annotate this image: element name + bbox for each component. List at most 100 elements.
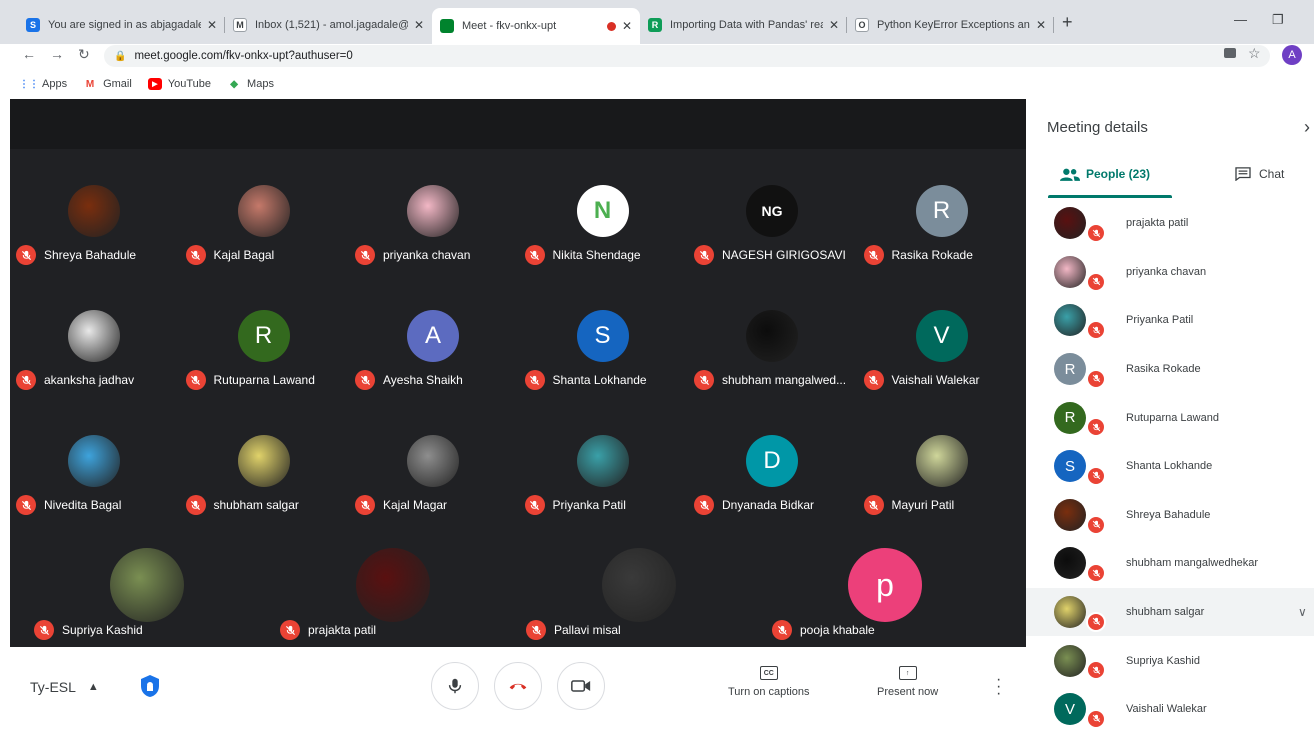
participant-name: NAGESH GIRIGOSAVI (722, 248, 846, 262)
participant-tile[interactable]: Priyanka Patil (519, 429, 689, 549)
microphone-button[interactable] (431, 662, 479, 710)
participant-list-item[interactable]: Priyanka Patil (1026, 296, 1314, 345)
camera-button[interactable] (557, 662, 605, 710)
participant-name: pooja khabale (800, 623, 875, 637)
browser-tab[interactable]: M Inbox (1,521) - amol.jagadale@sl ✕ (225, 10, 432, 40)
bookmark-maps[interactable]: ◆ Maps (227, 78, 274, 90)
present-now-button[interactable]: ↑ Present now (877, 666, 938, 698)
participant-list-item[interactable]: priyanka chavan (1026, 248, 1314, 297)
participant-tile[interactable]: D Dnyanada Bidkar (688, 429, 858, 549)
chat-icon (1235, 167, 1251, 181)
avatar (407, 435, 459, 487)
browser-tab[interactable]: Meet - fkv-onkx-upt ✕ (432, 8, 640, 44)
participant-list-item[interactable]: Shreya Bahadule (1026, 491, 1314, 540)
participant-list-item[interactable]: shubham salgar ∨ (1026, 587, 1314, 637)
participant-tile[interactable]: Kajal Bagal (180, 179, 350, 299)
participant-name-row: Shreya Bahadule (16, 245, 136, 265)
bookmark-gmail[interactable]: M Gmail (83, 78, 132, 90)
close-tab-icon[interactable]: ✕ (829, 18, 839, 32)
avatar: p (848, 548, 922, 622)
participant-name: shubham salgar (213, 498, 299, 512)
lock-icon: 🔒 (114, 50, 127, 62)
bookmark-star-icon[interactable]: ☆ (1248, 45, 1261, 62)
participant-tile[interactable]: p pooja khabale (762, 541, 1002, 661)
profile-avatar[interactable]: A (1282, 45, 1302, 65)
mic-muted-icon (772, 620, 792, 640)
participant-list-item[interactable]: R Rasika Rokade (1026, 345, 1314, 394)
close-tab-icon[interactable]: ✕ (414, 18, 424, 32)
tab-title: Inbox (1,521) - amol.jagadale@sl (255, 19, 408, 31)
mic-muted-icon (694, 245, 714, 265)
leave-call-button[interactable] (494, 662, 542, 710)
browser-tab[interactable]: R Importing Data with Pandas' read ✕ (640, 10, 847, 40)
browser-tab[interactable]: O Python KeyError Exceptions and H ✕ (847, 10, 1054, 40)
close-icon[interactable]: › (1304, 117, 1310, 138)
participant-name-row: Ayesha Shaikh (355, 370, 463, 390)
participant-tile[interactable]: R Rasika Rokade (858, 179, 1028, 299)
minimize-icon[interactable]: — (1234, 12, 1247, 27)
participant-name-row: Rutuparna Lawand (185, 370, 315, 390)
camera-indicator-icon[interactable] (1224, 48, 1236, 58)
mic-muted-icon (355, 245, 375, 265)
participant-tile[interactable]: shubham mangalwed... (688, 304, 858, 424)
mic-muted-icon (1086, 271, 1106, 292)
participant-list: prajakta patil priyanka chavan Priyanka Pa… (1026, 199, 1314, 734)
participant-tile[interactable]: prajakta patil (270, 541, 510, 661)
youtube-icon: ▶ (147, 78, 162, 90)
participant-list-item[interactable]: V Vaishali Walekar (1026, 685, 1314, 734)
participant-tile[interactable]: Kajal Magar (349, 429, 519, 549)
participant-tile[interactable]: NG NAGESH GIRIGOSAVI (688, 179, 858, 299)
participant-tile[interactable]: S Shanta Lokhande (519, 304, 689, 424)
close-tab-icon[interactable]: ✕ (207, 18, 217, 32)
avatar: A (407, 310, 459, 362)
participant-tile[interactable]: A Ayesha Shaikh (349, 304, 519, 424)
shield-icon[interactable] (139, 674, 161, 698)
participant-list-item[interactable]: R Rutuparna Lawand (1026, 393, 1314, 442)
participant-list-name: Rasika Rokade (1126, 363, 1201, 376)
participant-tile[interactable]: shubham salgar (180, 429, 350, 549)
participant-list-item[interactable]: S Shanta Lokhande (1026, 442, 1314, 491)
participant-tile[interactable]: Nivedita Bagal (10, 429, 180, 549)
bookmark-youtube[interactable]: ▶ YouTube (147, 78, 211, 90)
captions-button[interactable]: CC Turn on captions (728, 666, 810, 698)
participant-tile[interactable]: akanksha jadhav (10, 304, 180, 424)
participant-tile[interactable]: Shreya Bahadule (10, 179, 180, 299)
participant-tile[interactable]: Pallavi misal (516, 541, 756, 661)
chevron-down-icon[interactable]: ∨ (1298, 605, 1307, 619)
participant-name-row: pooja khabale (772, 620, 875, 640)
participant-name: Kajal Bagal (213, 248, 275, 262)
restore-icon[interactable]: ❐ (1272, 12, 1284, 28)
meeting-details-toggle[interactable]: Ty-ESL ▲ (30, 679, 99, 695)
new-tab-button[interactable]: + (1062, 12, 1073, 33)
participant-tile[interactable]: Supriya Kashid (24, 541, 264, 661)
participant-list-item[interactable]: Supriya Kashid (1026, 636, 1314, 685)
bookmark-apps[interactable]: ⋮⋮ Apps (19, 78, 67, 90)
participant-name-row: Rasika Rokade (863, 245, 973, 265)
participant-name-row: Pallavi misal (526, 620, 621, 640)
avatar: R (237, 310, 290, 362)
tab-title: You are signed in as abjagadale@ (48, 19, 201, 31)
avatar (1054, 304, 1086, 337)
participant-name: Kajal Magar (383, 498, 448, 512)
browser-tab[interactable]: S You are signed in as abjagadale@ ✕ (18, 10, 225, 40)
tab-title: Meet - fkv-onkx-upt (462, 20, 557, 32)
participant-list-item[interactable]: shubham mangalwedhekar (1026, 539, 1314, 588)
url-omnibox[interactable]: 🔒 meet.google.com/fkv-onkx-upt?authuser=… (104, 45, 1270, 67)
close-tab-icon[interactable]: ✕ (1036, 18, 1046, 32)
tab-people[interactable]: People (23) (1060, 167, 1150, 181)
participant-tile[interactable]: R Rutuparna Lawand (180, 304, 350, 424)
participant-list-name: Supriya Kashid (1126, 654, 1200, 667)
close-tab-icon[interactable]: ✕ (622, 19, 632, 33)
reload-icon[interactable]: ↻ (78, 46, 90, 63)
participant-tile[interactable]: Mayuri Patil (858, 429, 1028, 549)
mic-muted-icon (16, 245, 36, 265)
mic-muted-icon (1086, 465, 1106, 486)
back-arrow-icon[interactable]: ← (22, 46, 36, 62)
more-options-icon[interactable]: · · · (996, 672, 1001, 702)
tab-chat[interactable]: Chat (1235, 167, 1284, 181)
forward-arrow-icon[interactable]: → (50, 46, 64, 62)
participant-tile[interactable]: V Vaishali Walekar (858, 304, 1028, 424)
participant-tile[interactable]: priyanka chavan (349, 179, 519, 299)
participant-tile[interactable]: N Nikita Shendage (519, 179, 689, 299)
participant-list-item[interactable]: prajakta patil (1026, 199, 1314, 248)
